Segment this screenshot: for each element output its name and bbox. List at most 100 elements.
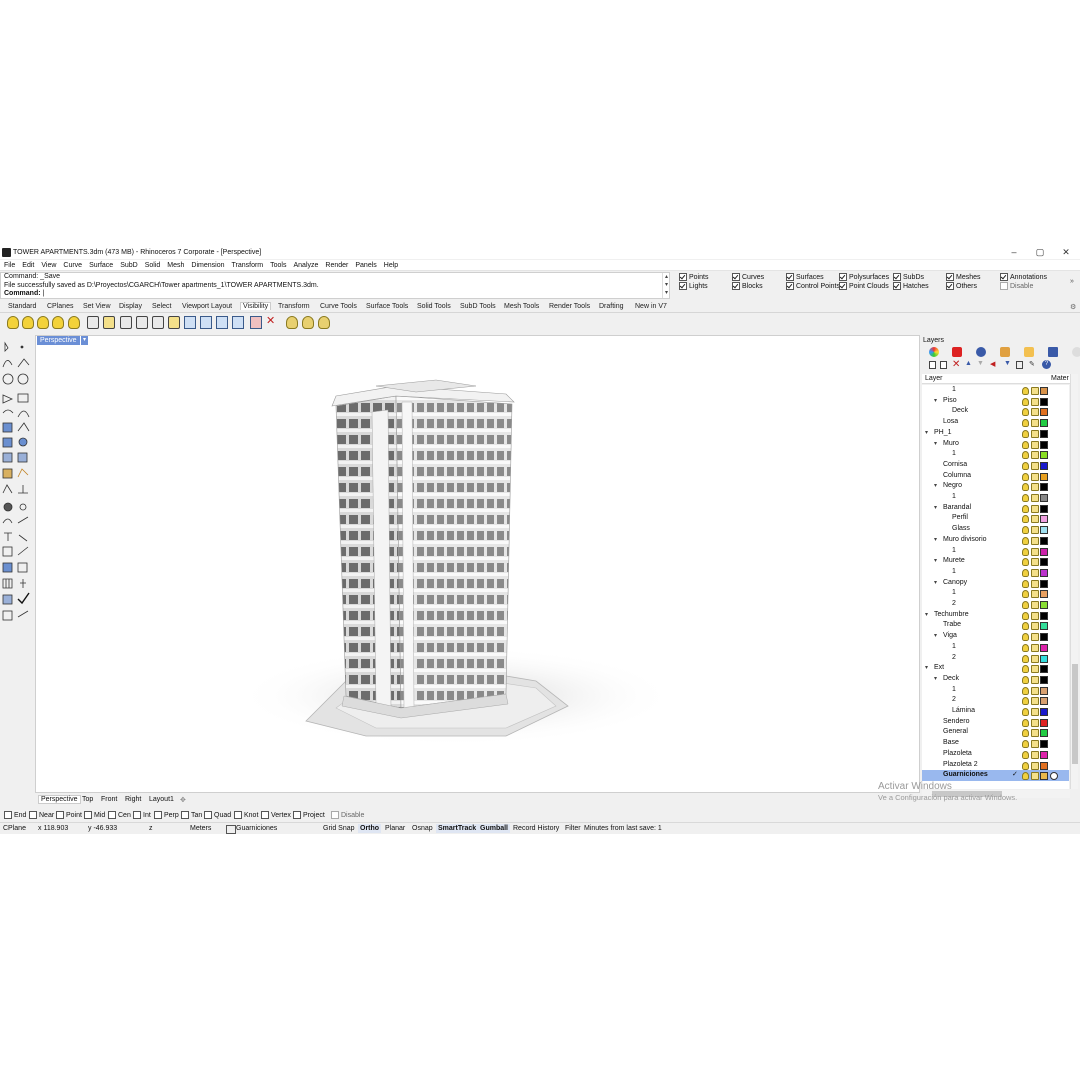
layer-name[interactable]: Deck bbox=[952, 406, 968, 417]
layer-row[interactable]: Cornisa bbox=[922, 460, 1069, 471]
layer-visibility-bulb-icon[interactable] bbox=[1022, 633, 1029, 642]
layer-lock-icon[interactable] bbox=[1031, 408, 1039, 417]
show-selected-icon[interactable] bbox=[37, 316, 49, 329]
filter-surfaces[interactable]: Surfaces bbox=[786, 273, 824, 282]
layer-color-swatch[interactable] bbox=[1040, 419, 1048, 428]
osnap-vertex[interactable]: Vertex bbox=[261, 811, 291, 820]
tab-set-view[interactable]: Set View bbox=[83, 303, 111, 310]
lock-swap-icon[interactable] bbox=[120, 316, 132, 329]
layer-visibility-bulb-icon[interactable] bbox=[1022, 750, 1029, 759]
tab-surface-tools[interactable]: Surface Tools bbox=[366, 303, 408, 310]
layer-row[interactable]: Base bbox=[922, 738, 1069, 749]
expand-caret-icon[interactable]: ▾ bbox=[934, 396, 937, 407]
osnap-int[interactable]: Int bbox=[133, 811, 151, 820]
osnap-mid[interactable]: Mid bbox=[84, 811, 105, 820]
layer-color-swatch[interactable] bbox=[1040, 729, 1048, 738]
layer-color-swatch[interactable] bbox=[1040, 772, 1048, 781]
filter-others[interactable]: Others bbox=[946, 282, 977, 291]
filter-points[interactable]: Points bbox=[679, 273, 708, 282]
record-history-toggle[interactable]: Record History bbox=[513, 824, 559, 833]
layer-name[interactable]: Trabe bbox=[943, 620, 961, 631]
layer-visibility-bulb-icon[interactable] bbox=[1022, 483, 1029, 492]
layer-visibility-bulb-icon[interactable] bbox=[1022, 708, 1029, 716]
smarttrack-toggle[interactable]: SmartTrack bbox=[436, 824, 479, 833]
layer-lock-icon[interactable] bbox=[1031, 708, 1039, 716]
layer-row[interactable]: ▾ Muro bbox=[922, 439, 1069, 450]
layer-lock-icon[interactable] bbox=[1031, 590, 1039, 599]
expand-caret-icon[interactable]: ▾ bbox=[925, 428, 928, 439]
menu-tools[interactable]: Tools bbox=[270, 260, 286, 271]
layer-row[interactable]: ▾ Techumbre bbox=[922, 610, 1069, 621]
layer-color-swatch[interactable] bbox=[1040, 718, 1048, 727]
viewport-title[interactable]: Perspective bbox=[37, 336, 80, 345]
osnap-toggle[interactable]: Osnap bbox=[412, 824, 433, 833]
expand-caret-icon[interactable]: ▾ bbox=[934, 578, 937, 589]
filter-toggle[interactable]: Filter bbox=[565, 824, 581, 833]
layer-name[interactable]: Barandal bbox=[943, 503, 971, 514]
layer-name[interactable]: Piso bbox=[943, 396, 957, 407]
checkbox[interactable] bbox=[331, 811, 339, 820]
layer-row[interactable]: ▾ Canopy bbox=[922, 578, 1069, 589]
osnap-end[interactable]: End bbox=[4, 811, 26, 820]
checkbox[interactable] bbox=[4, 811, 12, 820]
tab-transform[interactable]: Transform bbox=[278, 303, 310, 310]
menu-edit[interactable]: Edit bbox=[22, 260, 34, 271]
checkbox[interactable] bbox=[893, 273, 901, 282]
layer-name[interactable]: 2 bbox=[952, 695, 956, 706]
current-layer-swatch[interactable] bbox=[226, 825, 236, 834]
layer-name[interactable]: Viga bbox=[943, 631, 957, 642]
hide-in-detail-icon[interactable] bbox=[184, 316, 196, 329]
layer-color-swatch[interactable] bbox=[1040, 472, 1048, 481]
unlock-selected-icon[interactable] bbox=[168, 316, 180, 329]
checkbox[interactable] bbox=[786, 282, 794, 291]
hide-objects-icon[interactable] bbox=[7, 316, 19, 329]
layer-color-swatch[interactable] bbox=[1040, 579, 1048, 588]
layer-row[interactable]: Losa bbox=[922, 417, 1069, 428]
menu-help[interactable]: Help bbox=[384, 260, 398, 271]
layer-visibility-bulb-icon[interactable] bbox=[1022, 761, 1029, 770]
layer-lock-icon[interactable] bbox=[1031, 387, 1039, 395]
layer-row[interactable]: 1 bbox=[922, 385, 1069, 396]
tab-visibility[interactable]: Visibility bbox=[240, 302, 272, 310]
layer-visibility-bulb-icon[interactable] bbox=[1022, 494, 1029, 502]
layer-lock-icon[interactable] bbox=[1031, 461, 1039, 470]
layer-row[interactable]: Glass bbox=[922, 524, 1069, 535]
layer-list[interactable]: 1 ▾ Piso Deck Losa ▾ PH_1 ▾ Muro 1 Cornisa Columna ▾… bbox=[922, 385, 1069, 789]
menu-analyze[interactable]: Analyze bbox=[293, 260, 318, 271]
menu-transform[interactable]: Transform bbox=[232, 260, 264, 271]
layer-visibility-bulb-icon[interactable] bbox=[1022, 590, 1029, 599]
layer-row[interactable]: ▾ Barandal bbox=[922, 503, 1069, 514]
layer-color-swatch[interactable] bbox=[1040, 536, 1048, 545]
layer-visibility-bulb-icon[interactable] bbox=[1022, 568, 1029, 577]
move-to-parent-icon[interactable]: ◀ bbox=[990, 360, 995, 368]
layer-name[interactable]: 1 bbox=[952, 567, 956, 578]
layer-visibility-bulb-icon[interactable] bbox=[1022, 675, 1029, 684]
filter-subds[interactable]: SubDs bbox=[893, 273, 924, 282]
isolate-icon[interactable] bbox=[286, 316, 298, 329]
menu-render[interactable]: Render bbox=[325, 260, 348, 271]
menu-curve[interactable]: Curve bbox=[63, 260, 82, 271]
filter-icon[interactable]: ▼ bbox=[1004, 360, 1011, 367]
layer-visibility-bulb-icon[interactable] bbox=[1022, 461, 1029, 470]
filter-curves[interactable]: Curves bbox=[732, 273, 764, 282]
layer-visibility-bulb-icon[interactable] bbox=[1022, 387, 1029, 395]
tab-layout1[interactable]: Layout1 bbox=[149, 796, 174, 803]
layer-color-swatch[interactable] bbox=[1040, 622, 1048, 631]
filter-hatches[interactable]: Hatches bbox=[893, 282, 929, 291]
filter-disable[interactable]: Disable bbox=[1000, 282, 1033, 291]
chevron-right-icon[interactable]: » bbox=[1070, 277, 1074, 286]
perspective-viewport[interactable] bbox=[35, 335, 920, 793]
minimize-button[interactable]: – bbox=[1004, 247, 1024, 258]
layer-row[interactable]: ▾ Deck bbox=[922, 674, 1069, 685]
layer-name[interactable]: 1 bbox=[952, 588, 956, 599]
unlock-all-icon[interactable] bbox=[152, 316, 164, 329]
command-scrollbar[interactable]: ▴ ▾ ▾ bbox=[662, 273, 670, 298]
checkbox[interactable] bbox=[946, 282, 954, 291]
osnap-disable[interactable]: Disable bbox=[331, 811, 364, 820]
filter-lights[interactable]: Lights bbox=[679, 282, 708, 291]
layer-color-swatch[interactable] bbox=[1040, 686, 1048, 695]
menu-mesh[interactable]: Mesh bbox=[167, 260, 184, 271]
tab-mesh-tools[interactable]: Mesh Tools bbox=[504, 303, 539, 310]
layer-visibility-bulb-icon[interactable] bbox=[1022, 515, 1029, 524]
layer-lock-icon[interactable] bbox=[1031, 772, 1039, 781]
